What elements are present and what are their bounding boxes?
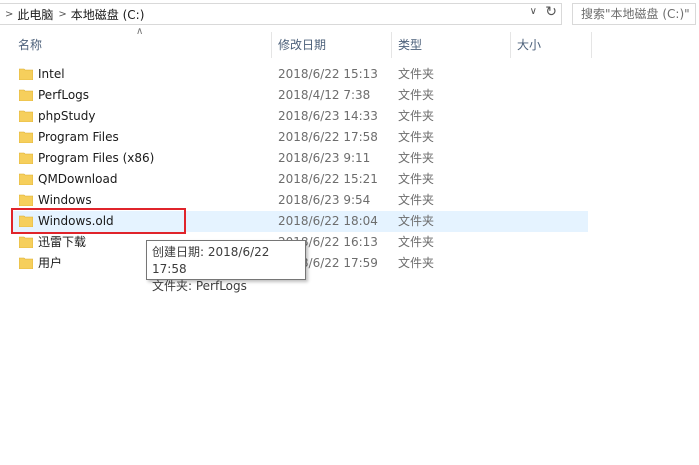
file-type: 文件夹 xyxy=(398,130,435,144)
table-row[interactable]: QMDownload 2018/6/22 15:21 文件夹 xyxy=(12,169,588,190)
file-type: 文件夹 xyxy=(398,235,435,249)
folder-icon xyxy=(19,152,33,164)
breadcrumb-local-disk[interactable]: 本地磁盘 (C:) xyxy=(71,6,145,23)
column-header-modified[interactable]: 修改日期 xyxy=(278,32,326,58)
file-modified: 2018/6/22 15:21 xyxy=(278,172,378,186)
file-type: 文件夹 xyxy=(398,172,435,186)
chevron-right-icon[interactable]: > xyxy=(0,9,17,20)
file-type: 文件夹 xyxy=(398,67,435,81)
address-bar[interactable]: > 此电脑 > 本地磁盘 (C:) ∨ ↻ xyxy=(0,3,562,25)
tooltip-folder-info: 文件夹: PerfLogs xyxy=(152,279,247,293)
table-row[interactable]: phpStudy 2018/6/23 14:33 文件夹 xyxy=(12,106,588,127)
file-type: 文件夹 xyxy=(398,109,435,123)
refresh-icon[interactable]: ↻ xyxy=(545,4,557,20)
file-modified: 2018/6/22 17:58 xyxy=(278,130,378,144)
file-name: 迅雷下载 xyxy=(38,235,87,249)
file-modified: 2018/6/23 14:33 xyxy=(278,109,378,123)
file-modified: 2018/6/22 15:13 xyxy=(278,67,378,81)
breadcrumb-this-pc[interactable]: 此电脑 xyxy=(17,6,53,23)
tooltip-created-date: 创建日期: 2018/6/22 17:58 xyxy=(152,245,270,276)
folder-icon xyxy=(19,236,33,248)
file-type: 文件夹 xyxy=(398,256,435,270)
file-name: PerfLogs xyxy=(38,88,90,102)
file-name: phpStudy xyxy=(38,109,96,123)
column-header: ∧ 名称 修改日期 类型 大小 xyxy=(0,26,699,58)
file-type: 文件夹 xyxy=(398,193,435,207)
column-divider[interactable] xyxy=(271,32,272,58)
folder-icon xyxy=(19,194,33,206)
file-name: Program Files (x86) xyxy=(38,151,155,165)
table-row[interactable]: Program Files (x86) 2018/6/23 9:11 文件夹 xyxy=(12,148,588,169)
folder-icon xyxy=(19,257,33,269)
file-type: 文件夹 xyxy=(398,88,435,102)
chevron-down-icon[interactable]: ∨ xyxy=(530,6,537,17)
table-row[interactable]: PerfLogs 2018/4/12 7:38 文件夹 xyxy=(12,85,588,106)
tooltip: 创建日期: 2018/6/22 17:58 文件夹: PerfLogs xyxy=(146,240,306,293)
column-divider[interactable] xyxy=(391,32,392,58)
file-type: 文件夹 xyxy=(398,151,435,165)
column-divider[interactable] xyxy=(591,32,592,58)
file-modified: 2018/6/23 9:54 xyxy=(278,193,371,207)
search-input[interactable]: 搜索"本地磁盘 (C:)" xyxy=(572,3,696,25)
highlight-box xyxy=(11,208,186,234)
column-divider[interactable] xyxy=(510,32,511,58)
file-name: Program Files xyxy=(38,130,119,144)
file-modified: 2018/6/22 18:04 xyxy=(278,214,378,228)
search-placeholder: 搜索"本地磁盘 (C:)" xyxy=(581,7,690,21)
folder-icon xyxy=(19,68,33,80)
chevron-right-icon[interactable]: > xyxy=(53,9,70,20)
file-modified: 2018/4/12 7:38 xyxy=(278,88,371,102)
column-header-size[interactable]: 大小 xyxy=(517,32,541,58)
column-header-type[interactable]: 类型 xyxy=(398,32,422,58)
file-name: Intel xyxy=(38,67,65,81)
folder-icon xyxy=(19,173,33,185)
file-type: 文件夹 xyxy=(398,214,435,228)
table-row[interactable]: Program Files 2018/6/22 17:58 文件夹 xyxy=(12,127,588,148)
column-header-name[interactable]: 名称 xyxy=(18,32,42,58)
table-row[interactable]: Intel 2018/6/22 15:13 文件夹 xyxy=(12,64,588,85)
folder-icon xyxy=(19,110,33,122)
file-modified: 2018/6/23 9:11 xyxy=(278,151,371,165)
sort-ascending-icon: ∧ xyxy=(136,26,144,37)
file-name: 用户 xyxy=(38,256,63,270)
folder-icon xyxy=(19,131,33,143)
folder-icon xyxy=(19,89,33,101)
file-name: QMDownload xyxy=(38,172,118,186)
address-bar-row: > 此电脑 > 本地磁盘 (C:) ∨ ↻ 搜索"本地磁盘 (C:)" xyxy=(0,0,699,28)
